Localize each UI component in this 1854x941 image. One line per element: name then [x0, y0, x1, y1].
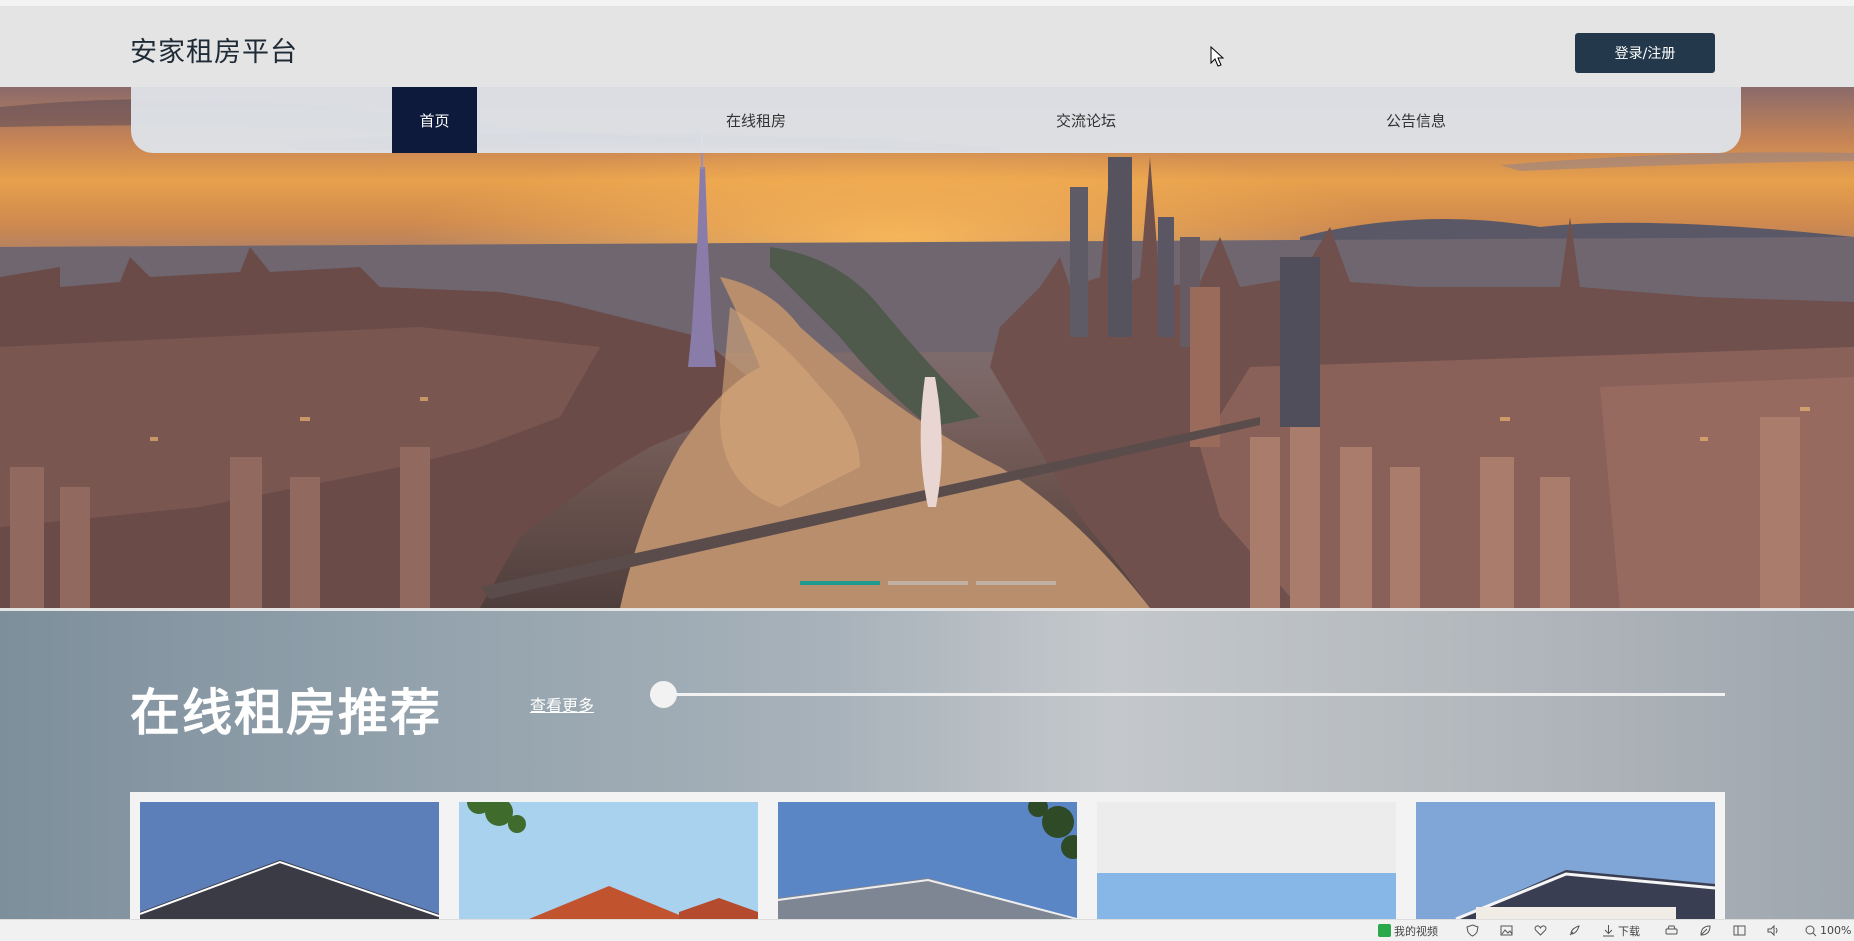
- house-card[interactable]: [459, 802, 758, 919]
- house-card[interactable]: [1416, 802, 1715, 919]
- nav-item-forum[interactable]: 交流论坛: [1011, 87, 1161, 153]
- slider-handle[interactable]: [650, 681, 677, 708]
- city-skyline-image: [0, 99, 1854, 608]
- shield-icon[interactable]: [1466, 923, 1479, 938]
- carousel-dot-1[interactable]: [800, 581, 880, 585]
- browser-status-bar: 我的视频 下载 100%: [0, 919, 1854, 941]
- main-nav: 首页 在线租房 交流论坛 公告信息: [131, 87, 1741, 153]
- site-header: 安家租房平台 登录/注册: [0, 6, 1854, 87]
- carousel-dot-3[interactable]: [976, 581, 1056, 585]
- carousel-indicators: [800, 581, 1056, 585]
- house-card[interactable]: [140, 802, 439, 919]
- nav-item-announcements[interactable]: 公告信息: [1341, 87, 1491, 153]
- mouse-cursor-icon: [1210, 46, 1224, 67]
- download-button[interactable]: 下载: [1602, 923, 1640, 938]
- view-more-link[interactable]: 查看更多: [530, 692, 594, 716]
- car-icon[interactable]: [1665, 923, 1678, 938]
- leaf-icon[interactable]: [1699, 923, 1712, 938]
- site-title: 安家租房平台: [130, 37, 298, 68]
- house-photo: [778, 802, 1077, 919]
- house-photo: [1097, 802, 1396, 919]
- video-play-icon: [1378, 924, 1391, 937]
- login-register-button[interactable]: 登录/注册: [1575, 33, 1715, 73]
- nav-item-home[interactable]: 首页: [392, 87, 477, 153]
- house-photo: [1416, 802, 1715, 919]
- image-icon[interactable]: [1500, 923, 1513, 938]
- house-card-list: [130, 792, 1725, 919]
- house-photo: [459, 802, 758, 919]
- heart-icon[interactable]: [1534, 923, 1547, 938]
- my-videos-button[interactable]: 我的视频: [1378, 923, 1438, 938]
- recommend-section: 在线租房推荐 查看更多: [0, 611, 1854, 919]
- house-card[interactable]: [778, 802, 1077, 919]
- recommend-title: 在线租房推荐: [130, 684, 442, 742]
- slider-track: [650, 693, 1725, 696]
- window-icon[interactable]: [1733, 923, 1746, 938]
- nav-item-rent-online[interactable]: 在线租房: [681, 87, 831, 153]
- download-icon: [1603, 925, 1614, 937]
- house-card[interactable]: [1097, 802, 1396, 919]
- my-videos-label: 我的视频: [1394, 924, 1438, 938]
- house-photo: [140, 802, 439, 919]
- recommend-slider[interactable]: [650, 679, 1725, 709]
- zoom-level: 100%: [1820, 924, 1852, 937]
- rocket-icon[interactable]: [1568, 923, 1581, 938]
- speaker-icon[interactable]: [1767, 923, 1780, 938]
- download-label: 下载: [1618, 924, 1640, 938]
- zoom-control[interactable]: 100%: [1805, 923, 1851, 938]
- zoom-magnifier-icon: [1805, 925, 1817, 936]
- hero-carousel: [0, 87, 1854, 608]
- carousel-dot-2[interactable]: [888, 581, 968, 585]
